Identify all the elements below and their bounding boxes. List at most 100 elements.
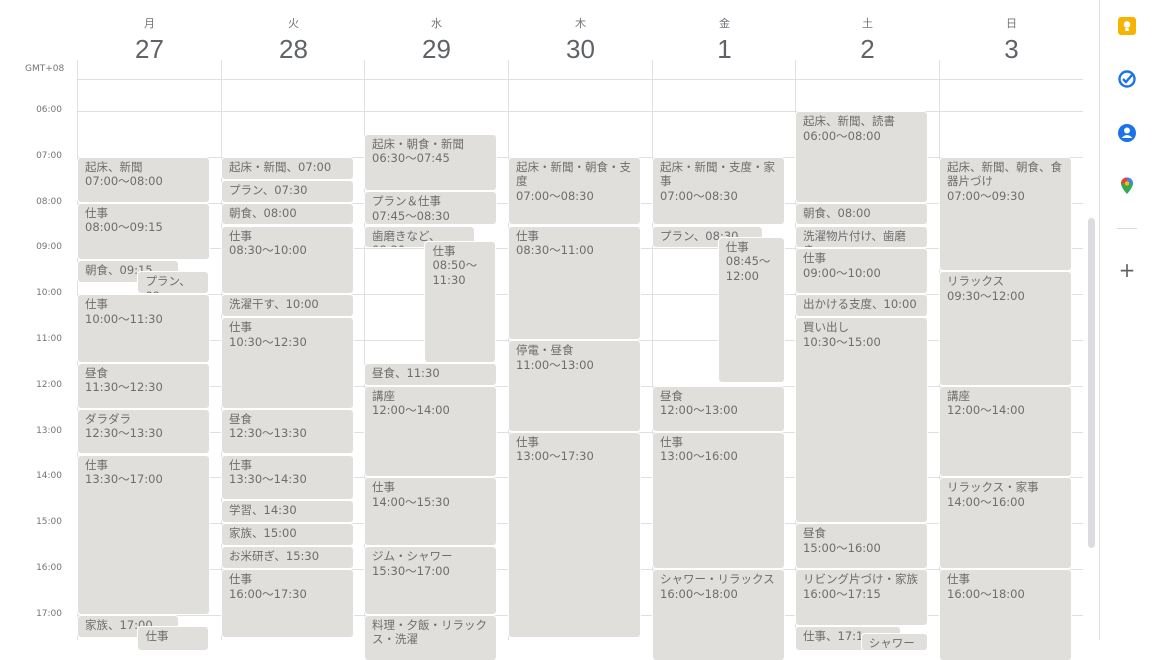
tasks-icon[interactable]	[1117, 69, 1137, 89]
calendar-event[interactable]: 昼食 12:00〜13:00	[653, 386, 784, 431]
calendar-event[interactable]: 仕事 13:00〜17:30	[509, 432, 640, 637]
calendar-event[interactable]: 仕事 08:30〜10:00	[222, 226, 353, 294]
calendar-event[interactable]: 仕事 09:00〜10:00	[796, 249, 927, 294]
calendar-event[interactable]: リラックス・家事 14:00〜16:00	[940, 478, 1071, 568]
day-number[interactable]: 1	[653, 34, 796, 65]
calendar-event[interactable]: 洗濯物片付け、歯磨き、	[796, 226, 927, 248]
calendar-event[interactable]: 仕事 08:45〜12:00	[718, 237, 784, 383]
event-title: ジム・シャワー	[372, 549, 453, 564]
calendar-event[interactable]: 仕事 14:00〜15:30	[365, 478, 496, 546]
event-title: シャワー・リラックス	[660, 572, 775, 586]
event-title: 仕事	[145, 629, 169, 644]
calendar-event[interactable]: 仕事 08:30〜11:00	[509, 226, 640, 339]
event-title: 起床・新聞、07:00	[229, 159, 332, 174]
scrollbar[interactable]	[1088, 218, 1095, 548]
calendar-event[interactable]: 仕事 16:00〜17:30	[222, 570, 353, 637]
calendar-event[interactable]: プラン＆仕事 07:45〜08:30	[365, 192, 496, 225]
calendar-event[interactable]: 昼食 11:30〜12:30	[78, 363, 209, 408]
event-time: 13:00〜16:00	[660, 449, 738, 464]
calendar-event[interactable]: 仕事 13:30〜14:30	[222, 455, 353, 500]
calendar-event[interactable]: 出かける支度、10:00	[796, 295, 927, 317]
event-title: シャワー	[868, 636, 915, 651]
event-time: 12:00〜14:00	[947, 403, 1025, 418]
side-panel: +	[1099, 0, 1152, 640]
event-title: 仕事	[229, 320, 252, 335]
calendar-event[interactable]: 料理・夕飯・リラック ス・洗濯	[365, 615, 496, 660]
calendar-event[interactable]: 仕事 08:00〜09:15	[78, 203, 209, 259]
calendar-event[interactable]: 朝食、08:00	[796, 203, 927, 225]
event-time: 11:00〜13:00	[516, 357, 594, 372]
calendar-event[interactable]: 仕事 16:00〜18:00	[940, 570, 1071, 660]
calendar-event[interactable]: 講座 12:00〜14:00	[365, 386, 496, 477]
calendar-event[interactable]: 仕事 10:30〜12:30	[222, 318, 353, 408]
event-title: リラックス・家事	[947, 480, 1039, 495]
calendar-event[interactable]: 仕事 13:30〜17:00	[78, 455, 209, 614]
event-title: リビング片づけ・家族	[803, 572, 918, 586]
calendar-event[interactable]: 講座 12:00〜14:00	[940, 386, 1071, 477]
calendar-event[interactable]: 起床・新聞、07:00	[222, 157, 353, 179]
time-label: 12:00	[36, 379, 62, 390]
event-title: 学習、14:30	[229, 503, 297, 518]
day-number[interactable]: 29	[365, 34, 508, 65]
calendar-event[interactable]: リビング片づけ・家族 16:00〜17:15	[796, 570, 927, 626]
divider	[1117, 228, 1137, 229]
event-title: 講座	[947, 388, 970, 403]
event-time: 16:00〜18:00	[660, 586, 738, 601]
hour-line	[77, 111, 1083, 112]
event-title: 仕事	[85, 297, 108, 312]
calendar-event[interactable]: 洗濯干す、10:00	[222, 295, 353, 317]
event-time: 16:00〜17:30	[229, 586, 307, 601]
event-time: 11:30〜12:30	[85, 380, 163, 395]
calendar-event[interactable]: 仕事 08:50〜11:30	[425, 241, 496, 362]
calendar-event[interactable]: リラックス 09:30〜12:00	[940, 272, 1071, 385]
calendar-event[interactable]: 家族、15:00	[222, 524, 353, 546]
calendar-event[interactable]: 起床・新聞・朝食・支度 07:00〜08:30	[509, 157, 640, 225]
event-title: 仕事	[432, 243, 456, 258]
calendar-event[interactable]: 昼食、11:30	[365, 363, 496, 385]
event-title: 洗濯干す、10:00	[229, 297, 319, 312]
calendar-event[interactable]: 起床、新聞、読書 06:00〜08:00	[796, 112, 927, 202]
event-title: 昼食	[85, 365, 108, 380]
calendar-event[interactable]: ジム・シャワー 15:30〜17:00	[365, 547, 496, 614]
calendar-event[interactable]: 起床・新聞・支度・家事 07:00〜08:30	[653, 157, 784, 225]
day-number[interactable]: 27	[78, 34, 221, 65]
keep-icon[interactable]	[1117, 16, 1137, 36]
calendar-event[interactable]: ダラダラ 12:30〜13:30	[78, 409, 209, 454]
calendar-event[interactable]: 仕事 10:00〜11:30	[78, 295, 209, 362]
calendar-event[interactable]: 起床、新聞 07:00〜08:00	[78, 157, 209, 202]
event-title: 仕事	[229, 457, 252, 472]
event-time: 06:00〜08:00	[803, 128, 881, 143]
event-time: 14:00〜15:30	[372, 494, 450, 509]
timezone-label: GMT+08	[25, 64, 65, 74]
event-time: 08:00〜09:15	[85, 220, 163, 235]
maps-icon[interactable]	[1117, 176, 1137, 196]
calendar-event[interactable]: 学習、14:30	[222, 501, 353, 523]
event-time: 12:30〜13:30	[229, 426, 307, 441]
calendar-event[interactable]: 買い出し 10:30〜15:00	[796, 318, 927, 523]
event-time: 10:00〜11:30	[85, 311, 163, 326]
calendar-event[interactable]: 起床・朝食・新聞 06:30〜07:45	[365, 134, 496, 191]
calendar-event[interactable]: 停電・昼食 11:00〜13:00	[509, 341, 640, 431]
calendar-event[interactable]: 仕事	[138, 627, 209, 651]
day-number[interactable]: 3	[940, 34, 1083, 65]
calendar-event[interactable]: 昼食 12:30〜13:30	[222, 409, 353, 454]
calendar-event[interactable]: シャワー	[861, 634, 927, 651]
calendar-event[interactable]: 起床、新聞、朝食、食 器片づけ 07:00〜09:30	[940, 157, 1071, 271]
calendar-event[interactable]: プラン、07:30	[222, 180, 353, 202]
calendar-event[interactable]: 仕事 13:00〜16:00	[653, 432, 784, 568]
day-number[interactable]: 2	[796, 34, 939, 65]
event-title: 洗濯物片付け、歯磨き、	[803, 228, 906, 248]
calendar-event[interactable]: 昼食 15:00〜16:00	[796, 524, 927, 568]
day-number[interactable]: 30	[509, 34, 652, 65]
event-time: 事	[660, 174, 672, 189]
event-time: 08:50〜11:30	[432, 258, 478, 287]
event-title: 朝食、08:00	[803, 205, 871, 220]
calendar-event[interactable]: 朝食、08:00	[222, 203, 353, 225]
add-icon[interactable]: +	[1117, 260, 1137, 280]
day-number[interactable]: 28	[222, 34, 365, 65]
event-title: ダラダラ	[85, 411, 131, 426]
calendar-event[interactable]: プラン、09	[138, 272, 209, 294]
calendar-event[interactable]: お米研ぎ、15:30	[222, 547, 353, 568]
calendar-event[interactable]: シャワー・リラックス 16:00〜18:00	[653, 570, 784, 660]
contacts-icon[interactable]	[1117, 123, 1137, 143]
